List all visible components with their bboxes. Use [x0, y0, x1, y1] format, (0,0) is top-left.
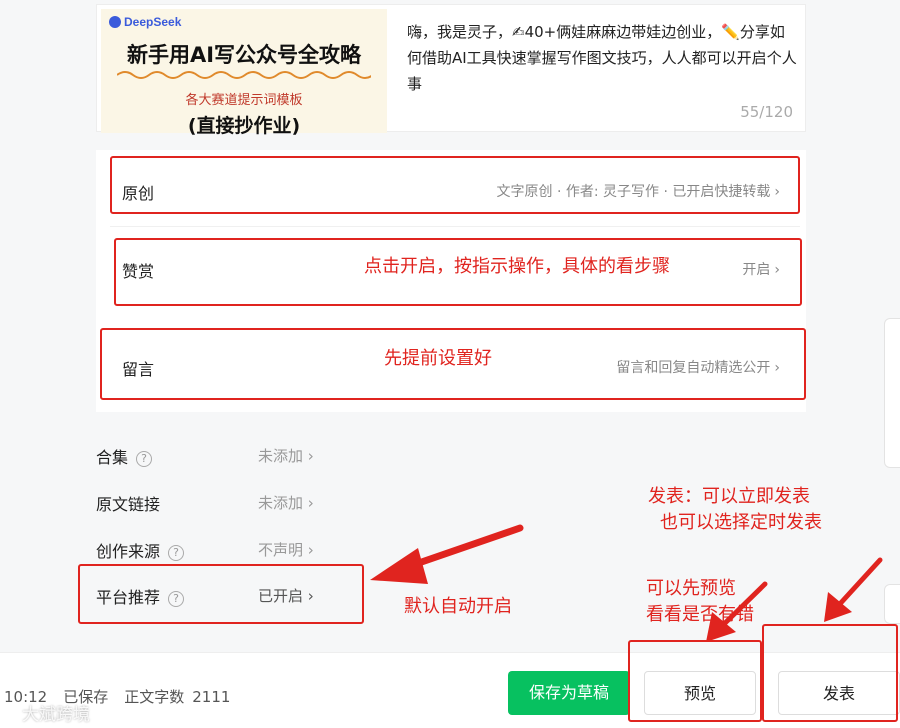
- editor-settings-page: DeepSeek 新手用AI写公众号全攻略 各大赛道提示词模板 (直接抄作业) …: [0, 0, 900, 728]
- arrow-to-platform-recommend: [370, 524, 524, 584]
- arrow-to-preview: [706, 581, 768, 642]
- arrow-to-publish: [824, 557, 883, 622]
- annotation-arrows: [370, 524, 883, 642]
